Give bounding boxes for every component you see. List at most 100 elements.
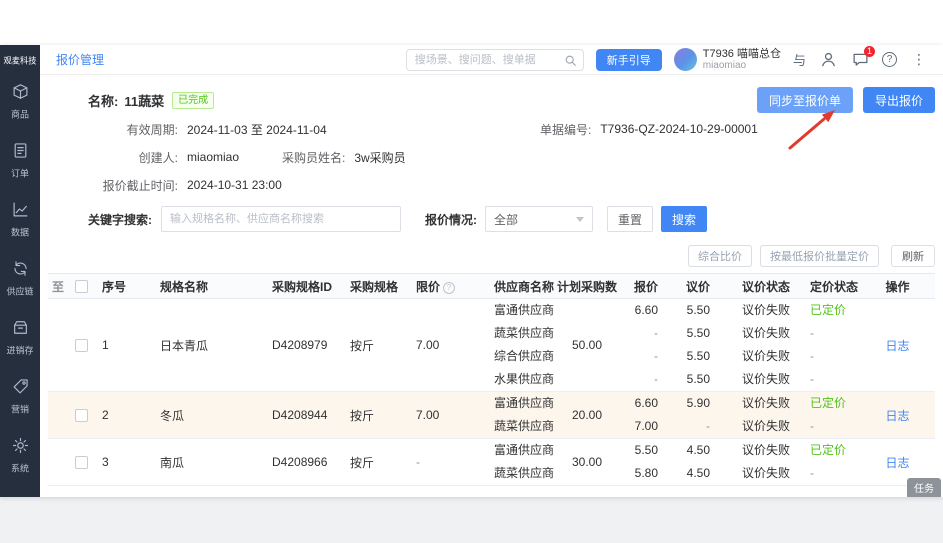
header-plan-qty: 计划采购数 bbox=[556, 278, 618, 295]
detail-header: 名称: 11蔬菜 已完成 同步至报价单 导出报价 bbox=[40, 85, 943, 115]
info-row: 报价截止时间: 2024-10-31 23:00 bbox=[40, 171, 943, 199]
row-index: 3 bbox=[94, 455, 142, 469]
sidebar: 观麦科技 商品订单数据供应链进销存营销系统 bbox=[0, 45, 40, 497]
message-badge: 1 bbox=[864, 46, 875, 57]
header-quote: 报价 bbox=[618, 278, 668, 295]
limit-price: 7.00 bbox=[400, 408, 476, 422]
header-index: 序号 bbox=[94, 278, 142, 295]
plan-qty: 20.00 bbox=[556, 408, 618, 422]
avatar[interactable] bbox=[674, 48, 697, 71]
status-badge: 已完成 bbox=[172, 92, 214, 109]
table-row: 2冬瓜D4208944按斤7.00富通供应商蔬菜供应商20.006.607.00… bbox=[48, 392, 935, 439]
header-actions: 操作 bbox=[860, 278, 935, 295]
row-checkbox-cell bbox=[68, 408, 94, 422]
user-menu[interactable]: T7936 喵喵总仓 miaomiao bbox=[674, 48, 781, 71]
more-menu-icon[interactable]: ⋮ bbox=[909, 50, 929, 70]
spec-id: D4208944 bbox=[256, 408, 338, 422]
name-value: 11蔬菜 bbox=[124, 91, 164, 110]
contacts-icon[interactable] bbox=[818, 50, 838, 70]
header-checkbox-cell bbox=[68, 279, 94, 293]
log-link[interactable]: 日志 bbox=[885, 409, 909, 423]
quote-status-select[interactable]: 全部 bbox=[485, 206, 593, 232]
main-content: 名称: 11蔬菜 已完成 同步至报价单 导出报价 有效周期: 2024-11-0… bbox=[40, 75, 943, 497]
row-checkbox[interactable] bbox=[75, 339, 88, 352]
table-actions: 综合比价 按最低报价批量定价 刷新 bbox=[40, 245, 943, 267]
global-search[interactable] bbox=[406, 49, 584, 71]
row-actions: 日志 bbox=[860, 337, 935, 354]
row-actions: 日志 bbox=[860, 407, 935, 424]
search-icon[interactable] bbox=[564, 54, 577, 70]
bargain-prices: 5.505.505.505.50 bbox=[668, 299, 714, 391]
quote-status-label: 报价情况: bbox=[425, 211, 477, 228]
row-actions: 日志 bbox=[860, 454, 935, 471]
spec-id: D4208979 bbox=[256, 338, 338, 352]
quote-prices: 6.607.00 bbox=[618, 392, 668, 438]
screen: 观麦科技 商品订单数据供应链进销存营销系统 报价管理 新手引导 bbox=[0, 0, 943, 543]
sidebar-item-label: 商品 bbox=[11, 107, 29, 121]
row-checkbox-cell bbox=[68, 338, 94, 352]
sidebar-item-label: 供应链 bbox=[7, 284, 34, 298]
sidebar-item-3[interactable]: 供应链 bbox=[5, 260, 35, 298]
info-icon[interactable]: ? bbox=[443, 282, 455, 294]
plan-qty: 50.00 bbox=[556, 338, 618, 352]
export-quote-button[interactable]: 导出报价 bbox=[863, 87, 935, 113]
price-status: 已定价- bbox=[790, 392, 860, 438]
app-window: 观麦科技 商品订单数据供应链进销存营销系统 报价管理 新手引导 bbox=[0, 45, 943, 497]
field-doc-number: 单据编号: T7936-QZ-2024-10-29-00001 bbox=[540, 121, 758, 138]
supplier-names: 富通供应商蔬菜供应商 bbox=[476, 439, 556, 485]
quote-prices: 6.60--- bbox=[618, 299, 668, 391]
log-link[interactable]: 日志 bbox=[885, 456, 909, 470]
sidebar-item-label: 系统 bbox=[11, 461, 29, 475]
sidebar-item-2[interactable]: 数据 bbox=[10, 201, 30, 239]
bargain-prices: 4.504.50 bbox=[668, 439, 714, 485]
right-column: 报价管理 新手引导 T7936 喵喵总仓 miaomiao bbox=[40, 45, 943, 497]
message-icon[interactable]: 1 bbox=[850, 50, 870, 70]
sidebar-item-5[interactable]: 营销 bbox=[10, 378, 30, 416]
field-creator: 创建人: miaomiao bbox=[88, 149, 282, 166]
quote-status-value: 全部 bbox=[494, 211, 518, 228]
log-link[interactable]: 日志 bbox=[885, 339, 909, 353]
search-button[interactable]: 搜索 bbox=[661, 206, 707, 232]
keyword-input[interactable] bbox=[161, 206, 401, 232]
guide-button[interactable]: 新手引导 bbox=[596, 49, 662, 71]
bargain-status: 议价失败议价失败 bbox=[714, 392, 790, 438]
purchase-unit: 按斤 bbox=[338, 407, 400, 424]
price-status: 已定价--- bbox=[790, 299, 860, 391]
info-row: 创建人: miaomiao 采购员姓名: 3w采购员 bbox=[40, 143, 943, 171]
batch-lowest-price-button[interactable]: 按最低报价批量定价 bbox=[760, 245, 879, 267]
header-price-status: 定价状态 bbox=[790, 278, 860, 295]
field-quote-deadline: 报价截止时间: 2024-10-31 23:00 bbox=[88, 177, 282, 194]
select-all-checkbox[interactable] bbox=[75, 280, 88, 293]
sidebar-item-0[interactable]: 商品 bbox=[10, 83, 30, 121]
sync-quote-button[interactable]: 同步至报价单 bbox=[757, 87, 853, 113]
table-header: 至 序号 规格名称 采购规格ID 采购规格 限价? 供应商名称 计划采购数 报价… bbox=[48, 273, 935, 299]
header-pin: 至 bbox=[48, 278, 68, 295]
global-search-input[interactable] bbox=[415, 51, 565, 69]
supplier-names: 富通供应商蔬菜供应商综合供应商水果供应商 bbox=[476, 299, 556, 391]
reset-button[interactable]: 重置 bbox=[607, 206, 653, 232]
data-chart-icon bbox=[12, 201, 29, 221]
row-checkbox[interactable] bbox=[75, 456, 88, 469]
row-checkbox[interactable] bbox=[75, 409, 88, 422]
sidebar-item-6[interactable]: 系统 bbox=[10, 437, 30, 475]
help-icon[interactable]: ? bbox=[882, 52, 897, 67]
task-tag[interactable]: 任务 bbox=[907, 478, 941, 497]
plan-qty: 30.00 bbox=[556, 455, 618, 469]
inventory-icon bbox=[12, 319, 29, 339]
sidebar-item-4[interactable]: 进销存 bbox=[5, 319, 35, 357]
refresh-button[interactable]: 刷新 bbox=[891, 245, 935, 267]
limit-price: - bbox=[400, 455, 476, 469]
sidebar-item-1[interactable]: 订单 bbox=[10, 142, 30, 180]
supplier-names: 富通供应商蔬菜供应商 bbox=[476, 392, 556, 438]
table-body: 1日本青瓜D4208979按斤7.00富通供应商蔬菜供应商综合供应商水果供应商5… bbox=[48, 299, 935, 486]
header-bargain-status: 议价状态 bbox=[714, 278, 790, 295]
bargain-status: 议价失败议价失败议价失败议价失败 bbox=[714, 299, 790, 391]
spec-id: D4208966 bbox=[256, 455, 338, 469]
user-account: miaomiao bbox=[703, 60, 781, 71]
desktop-strip bbox=[0, 497, 943, 543]
yu-glyph-icon[interactable]: 与 bbox=[793, 50, 806, 69]
compare-prices-button[interactable]: 综合比价 bbox=[688, 245, 752, 267]
topbar: 报价管理 新手引导 T7936 喵喵总仓 miaomiao bbox=[40, 45, 943, 75]
header-bargain: 议价 bbox=[668, 278, 714, 295]
order-doc-icon bbox=[12, 142, 29, 162]
